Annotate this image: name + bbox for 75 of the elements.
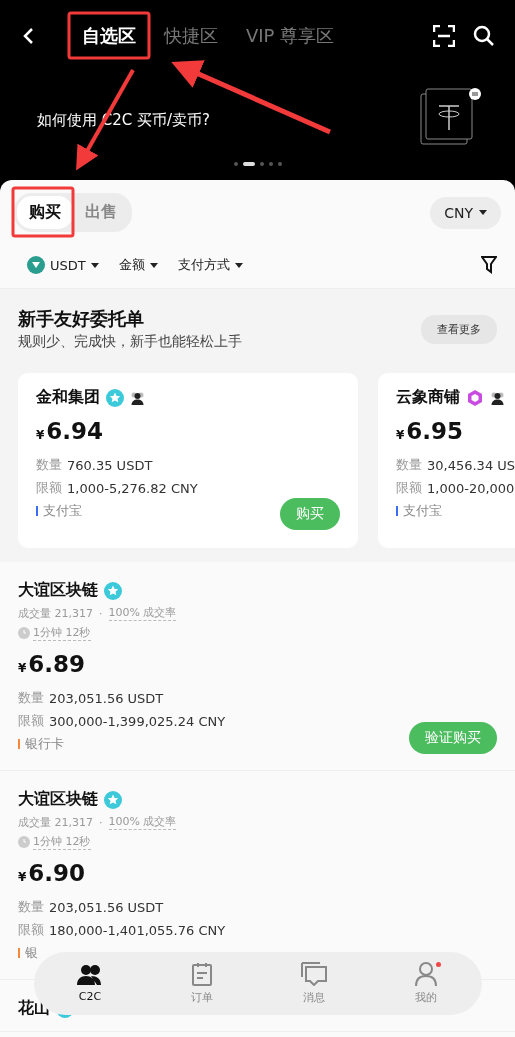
limit-label: 限额 [18, 921, 44, 939]
price: 6.95 [406, 418, 464, 444]
trade-volume: 成交量 21,317 [18, 605, 93, 621]
star-badge-icon [106, 388, 124, 407]
quantity-label: 数量 [36, 456, 62, 474]
trade-volume: 成交量 21,317 [18, 814, 93, 830]
filter-icon[interactable] [481, 256, 497, 274]
view-more-button[interactable]: 查看更多 [421, 314, 497, 344]
merchant-name: 云象商铺 [396, 387, 460, 408]
quantity-value: 760.35 USDT [67, 457, 153, 473]
filter-dropdown[interactable]: 支付方式 [177, 256, 243, 274]
quantity-label: 数量 [18, 689, 44, 707]
separator-dot: · [99, 606, 103, 620]
caret-icon [479, 210, 487, 215]
price: 6.90 [28, 860, 86, 886]
payment-method: 支付宝 [403, 502, 442, 520]
limit-label: 限额 [18, 712, 44, 730]
quantity-label: 数量 [396, 456, 422, 474]
section-subtitle: 规则少、完成快，新手也能轻松上手 [18, 333, 242, 351]
nav-tab[interactable]: C2C [55, 963, 125, 1004]
zone-tab[interactable]: 快捷区 [164, 24, 218, 48]
clock-icon [18, 836, 30, 848]
scan-icon[interactable] [433, 25, 455, 47]
payment-time: 1分钟 12秒 [33, 834, 91, 850]
clipboard-icon [191, 962, 213, 986]
side-tab[interactable]: 购买 [17, 196, 73, 229]
search-icon[interactable] [473, 25, 495, 47]
currency-dropdown[interactable]: CNY [430, 196, 501, 229]
highlight-frame [11, 186, 75, 238]
limit-value: 300,000-1,399,025.24 CNY [49, 713, 226, 729]
limit-value: 180,000-1,401,055.76 CNY [49, 922, 226, 938]
payment-method: 银行卡 [25, 735, 64, 753]
separator-dot: · [99, 815, 103, 829]
caret-icon [90, 262, 99, 268]
user-pair-icon [130, 390, 145, 405]
filter-dropdown[interactable]: 金额 [118, 256, 158, 274]
price: 6.89 [28, 651, 86, 677]
payment-method: 支付宝 [43, 502, 82, 520]
filter-dropdown[interactable]: USDT [27, 256, 99, 274]
user-icon [415, 962, 437, 986]
currency-symbol: ¥ [36, 428, 45, 442]
section-title: 新手友好委托单 [18, 307, 145, 331]
payment-time: 1分钟 12秒 [33, 625, 91, 641]
zone-tab[interactable]: 自选区 [82, 24, 136, 48]
quantity-label: 数量 [18, 898, 44, 916]
completion-rate: 100% 成交率 [108, 814, 177, 830]
limit-value: 1,000-5,276.82 CNY [67, 480, 198, 496]
quantity-value: 30,456.34 US [427, 457, 515, 473]
merchant-name: 大谊区块链 [18, 580, 98, 601]
token-cards-drawing [419, 86, 483, 148]
quantity-value: 203,051.56 USDT [49, 690, 164, 706]
merchant-name: 金和集团 [36, 387, 100, 408]
zone-tab[interactable]: VIP 尊享区 [246, 24, 335, 48]
user-pair-icon [490, 390, 505, 405]
limit-value: 1,000-20,000 [427, 480, 515, 496]
clock-icon [18, 627, 30, 639]
people-icon [77, 964, 103, 986]
merchant-name: 大谊区块链 [18, 789, 98, 810]
caret-icon [234, 262, 243, 268]
back-icon[interactable] [22, 27, 34, 45]
currency-symbol: ¥ [18, 661, 27, 675]
tether-icon [27, 256, 45, 274]
limit-label: 限额 [396, 479, 422, 497]
caret-icon [149, 262, 158, 268]
payment-method: 银 [25, 944, 38, 962]
currency-symbol: ¥ [18, 870, 27, 884]
star-badge-icon [104, 790, 122, 809]
price: 6.94 [46, 418, 104, 444]
chat-icon [301, 962, 327, 986]
completion-rate: 100% 成交率 [108, 605, 177, 621]
currency-symbol: ¥ [396, 428, 405, 442]
limit-label: 限额 [36, 479, 62, 497]
star-badge-icon [104, 581, 122, 600]
hexagon-badge-icon [466, 388, 484, 407]
quantity-value: 203,051.56 USDT [49, 899, 164, 915]
